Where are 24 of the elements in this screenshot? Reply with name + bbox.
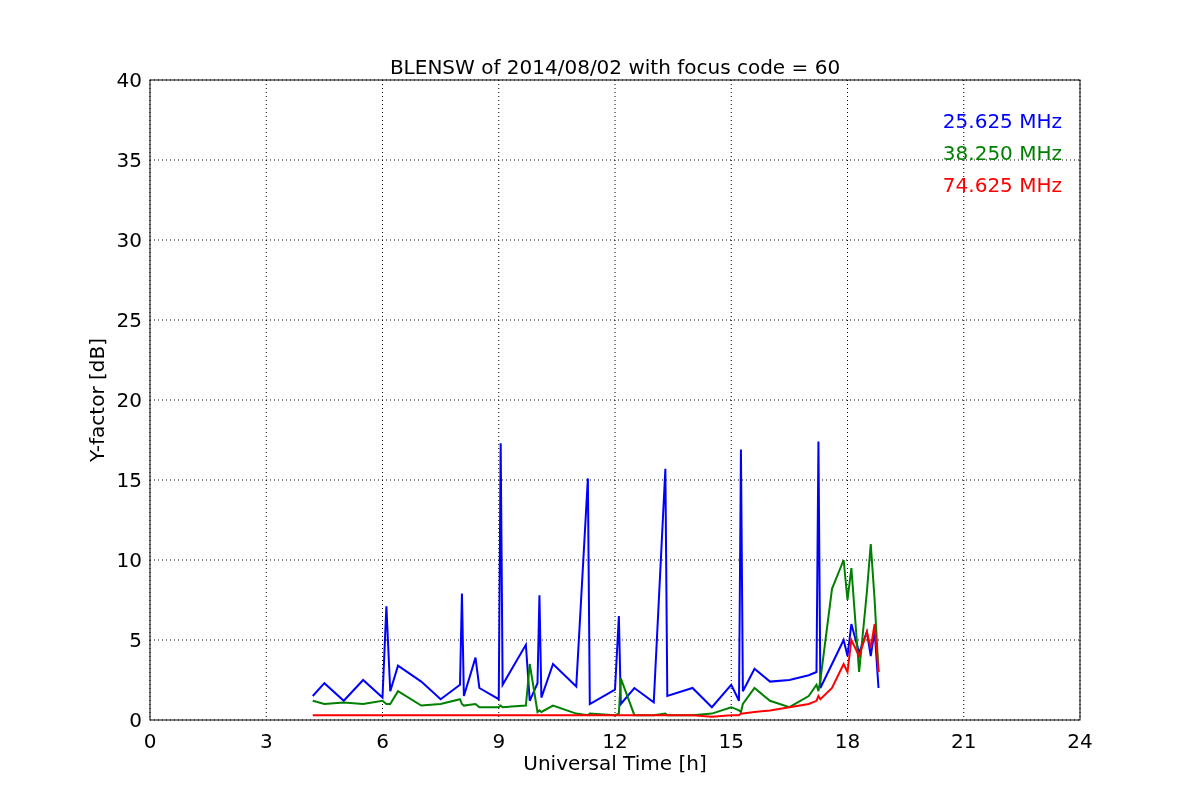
y-tick-label: 35 [116,148,142,172]
x-tick-label: 18 [834,729,861,753]
y-tick-label: 20 [116,388,142,412]
y-tick-label: 5 [129,628,142,652]
y-tick-label: 15 [116,468,142,492]
x-tick-label: 9 [492,729,506,753]
y-axis-label: Y-factor [dB] [85,338,109,462]
y-tick-label: 25 [116,308,142,332]
legend-label: 74.625 MHz [942,173,1062,197]
y-tick-label: 30 [116,228,142,252]
x-tick-label: 6 [376,729,389,753]
x-tick-label: 21 [951,729,977,753]
x-tick-label: 3 [259,729,273,753]
y-tick-label: 40 [116,68,142,92]
x-tick-label: 15 [718,729,744,753]
chart-title: BLENSW of 2014/08/02 with focus code = 60 [389,55,841,79]
x-tick-label: 0 [143,729,157,753]
x-tick-label: 24 [1067,729,1093,753]
legend-label: 25.625 MHz [942,109,1062,133]
x-axis-label: Universal Time [h] [523,751,707,775]
y-tick-label: 10 [116,548,142,572]
legend-label: 38.250 MHz [942,141,1062,165]
x-tick-label: 12 [602,729,628,753]
y-tick-label: 0 [129,708,142,732]
